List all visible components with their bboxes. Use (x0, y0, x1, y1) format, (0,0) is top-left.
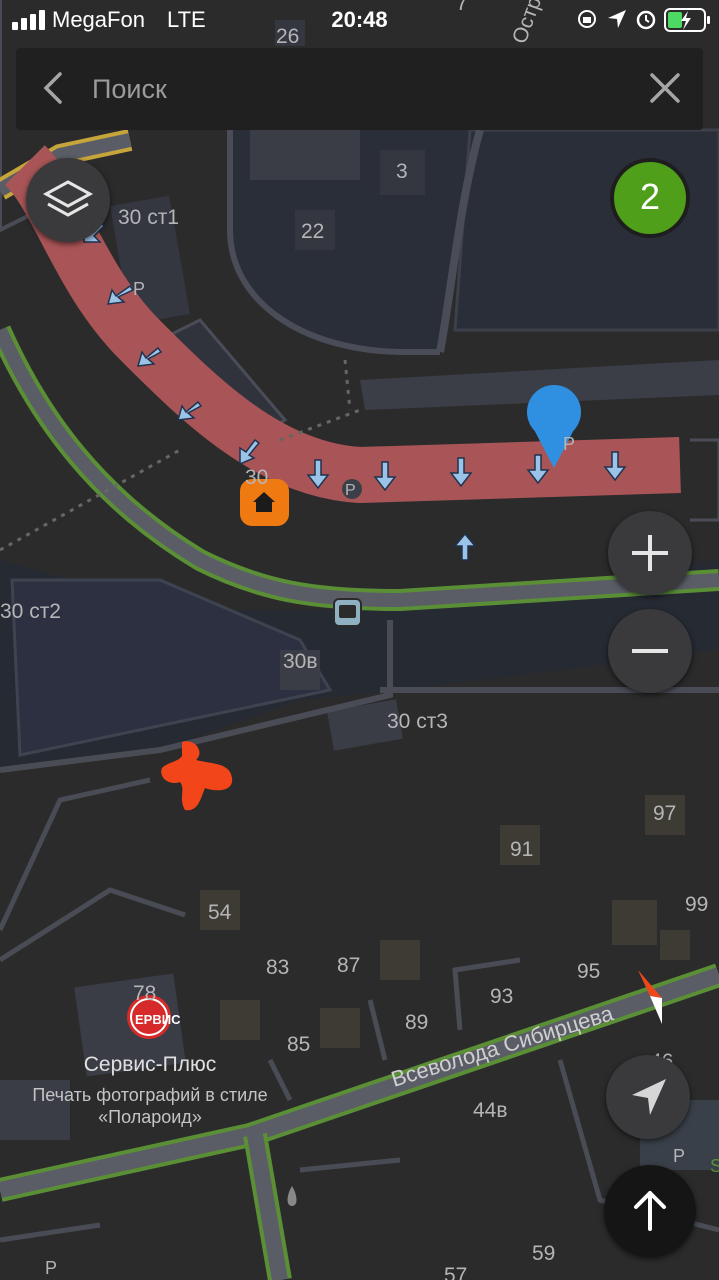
parking-label: P (45, 1258, 57, 1278)
battery-icon (664, 8, 710, 32)
map-label: 30 (245, 466, 268, 489)
map-label: 93 (490, 985, 513, 1008)
search-bar[interactable]: Поиск (16, 48, 703, 130)
rotation-lock-icon (578, 10, 596, 28)
parking-label: P (133, 279, 145, 299)
map-label: 30в (283, 650, 318, 673)
compass-button[interactable] (612, 958, 688, 1034)
map-label: 99 (685, 893, 708, 916)
layers-button[interactable] (26, 158, 110, 242)
map-label: 87 (337, 954, 360, 977)
map-label: 22 (301, 220, 324, 243)
zoom-out-button[interactable] (608, 609, 692, 693)
map-label: 3 (396, 160, 408, 183)
map-label: 85 (287, 1033, 310, 1056)
navigate-button[interactable] (604, 1165, 696, 1257)
poi-description: Печать фотографий в стиле (32, 1085, 268, 1105)
map-label: 78 (133, 982, 156, 1005)
arrow-up-icon (634, 1191, 666, 1231)
minus-icon (632, 649, 668, 653)
map-label: 59 (532, 1242, 555, 1265)
map-label: 89 (405, 1011, 428, 1034)
layers-icon (42, 180, 94, 217)
parking-label: P (673, 1146, 685, 1166)
locate-me-button[interactable] (606, 1055, 690, 1139)
location-arrow-icon (632, 1079, 666, 1115)
parking-label: P (563, 434, 575, 454)
parking-label: P (345, 482, 356, 499)
compass-icon (638, 970, 662, 1024)
map-label: S (710, 1156, 719, 1176)
map-label: 97 (653, 802, 676, 825)
map-label: 95 (577, 960, 600, 983)
alarm-icon (636, 10, 656, 30)
map-label: 30 ст1 (118, 206, 179, 229)
map-label: 54 (208, 901, 232, 924)
map-label: 57 (444, 1264, 467, 1280)
map-label: 91 (510, 838, 533, 861)
poi-name[interactable]: Сервис-Плюс (60, 1053, 240, 1077)
traffic-score-badge[interactable]: 2 (610, 158, 690, 238)
search-input[interactable]: Поиск (92, 74, 167, 105)
zoom-in-button[interactable] (608, 511, 692, 595)
map-label: 30 ст2 (0, 600, 61, 623)
location-services-icon (608, 10, 626, 28)
back-icon[interactable] (34, 68, 74, 108)
map-label: 44в (473, 1099, 508, 1122)
map-label: 30 ст3 (387, 710, 448, 733)
poi-logo-text: ЕРВИС (135, 1012, 181, 1027)
status-bar: MegaFon LTE 20:48 (0, 0, 719, 40)
poi-description: «Полароид» (98, 1107, 202, 1127)
close-icon[interactable] (645, 68, 685, 108)
plus-icon (632, 535, 668, 571)
map-label: 83 (266, 956, 289, 979)
